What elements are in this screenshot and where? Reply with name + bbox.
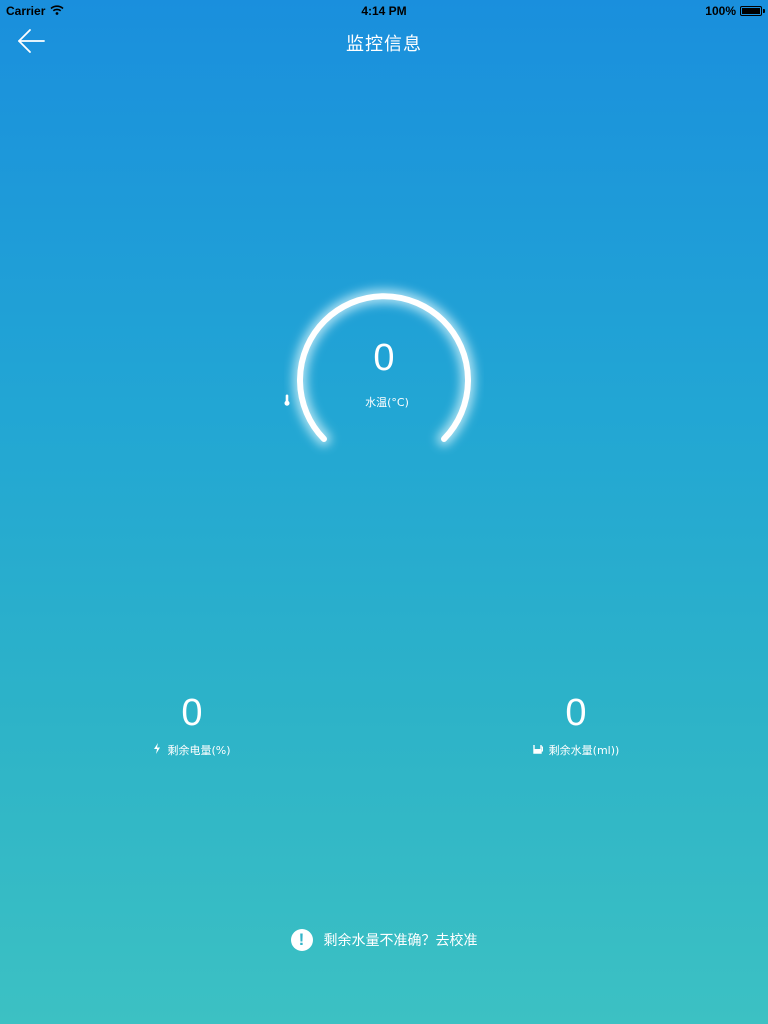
lightning-icon [153, 743, 161, 757]
remaining-water: 0 剩余水量(ml)) [496, 692, 656, 758]
water-temperature-gauge: 0 水温(°C) [284, 278, 484, 458]
remaining-battery-value: 0 [181, 692, 203, 734]
remaining-battery: 0 剩余电量(%) [112, 692, 272, 758]
alert-icon: ! [290, 929, 313, 951]
page-title: 监控信息 [346, 34, 422, 55]
remaining-battery-label: 剩余电量(%) [167, 744, 231, 757]
status-bar: Carrier 4:14 PM 100% [0, 0, 768, 22]
screen: Carrier 4:14 PM 100% 监控信息 0 水温(°C) 0 剩余电… [0, 0, 768, 1024]
remaining-water-value: 0 [565, 692, 587, 734]
calibrate-text: 剩余水量不准确？去校准 [323, 933, 478, 949]
status-time: 4:14 PM [361, 4, 407, 18]
remaining-water-label-row: 剩余水量(ml)) [496, 742, 656, 758]
remaining-water-label: 剩余水量(ml)) [548, 744, 620, 757]
calibrate-link[interactable]: ! 剩余水量不准确？去校准 [0, 929, 768, 951]
water-temperature-label: 水温(°C) [365, 396, 409, 409]
battery-icon [740, 6, 765, 16]
cup-icon [532, 744, 543, 757]
water-temperature-value: 0 [373, 337, 395, 379]
status-battery: 100% [705, 4, 765, 18]
battery-percent: 100% [705, 4, 736, 18]
remaining-battery-label-row: 剩余电量(%) [112, 742, 272, 758]
water-temperature-label-row: 水温(°C) [284, 394, 484, 410]
